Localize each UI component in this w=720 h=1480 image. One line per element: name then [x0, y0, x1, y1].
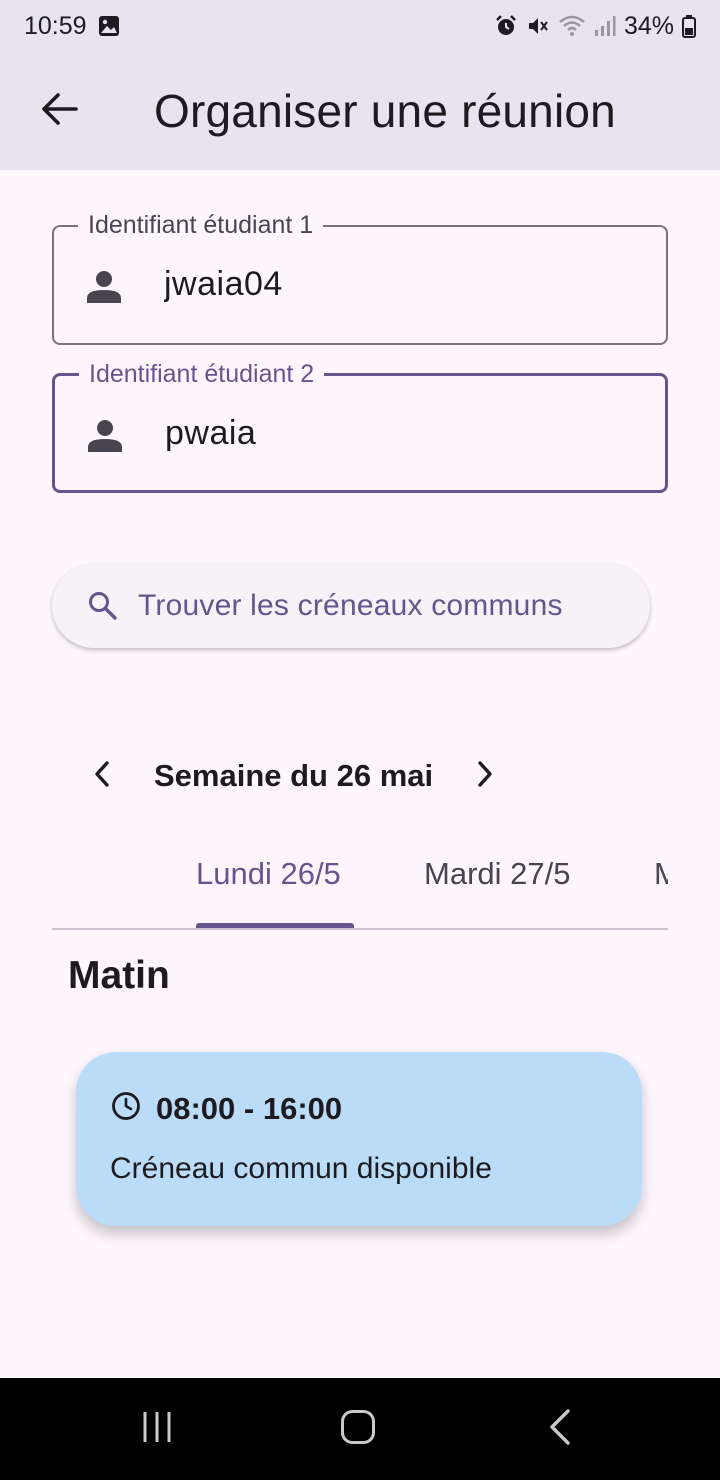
back-nav-icon: [547, 1408, 573, 1451]
clock-icon: [110, 1090, 142, 1127]
person-icon: [84, 267, 124, 307]
day-tabs: Lundi 26/5 Mardi 27/5 M: [52, 840, 668, 930]
battery-percent: 34%: [623, 11, 674, 40]
home-button[interactable]: [298, 1378, 418, 1480]
gallery-notification-icon: [97, 14, 121, 38]
week-label: Semaine du 26 mai: [154, 758, 434, 793]
section-title-morning: Matin: [68, 954, 170, 997]
find-common-slots-label: Trouver les créneaux communs: [138, 589, 563, 622]
chevron-left-icon: [90, 759, 114, 794]
app-bar: Organiser une réunion: [0, 52, 720, 170]
page-title: Organiser une réunion: [154, 85, 616, 137]
home-icon: [340, 1409, 376, 1450]
student1-id-input[interactable]: [164, 265, 644, 304]
student2-id-input[interactable]: [165, 414, 645, 453]
slot-time-row: 08:00 - 16:00: [110, 1090, 342, 1127]
tab-monday[interactable]: Lundi 26/5: [196, 856, 341, 892]
status-time: 10:59: [24, 11, 87, 40]
tab-wednesday[interactable]: M: [654, 856, 668, 892]
back-nav-button[interactable]: [500, 1378, 620, 1480]
recent-apps-icon: [140, 1410, 174, 1449]
slot-time: 08:00 - 16:00: [156, 1090, 343, 1126]
student1-id-label: Identifiant étudiant 1: [78, 214, 324, 236]
status-bar: 10:59 34%: [0, 0, 720, 52]
back-button[interactable]: [0, 52, 120, 170]
person-icon: [85, 416, 125, 456]
tab-indicator: [196, 923, 354, 928]
signal-icon: [594, 14, 616, 38]
mute-icon: [526, 14, 550, 38]
wifi-icon: [558, 14, 586, 38]
next-week-button[interactable]: [463, 740, 507, 812]
week-navigator: Semaine du 26 mai: [80, 740, 507, 812]
search-icon: [86, 589, 120, 623]
recent-apps-button[interactable]: [97, 1378, 217, 1480]
tab-tuesday[interactable]: Mardi 27/5: [424, 856, 570, 892]
student2-id-field[interactable]: Identifiant étudiant 2: [52, 357, 668, 493]
student2-id-label: Identifiant étudiant 2: [79, 357, 325, 391]
battery-icon: [682, 14, 696, 38]
slot-description: Créneau commun disponible: [110, 1152, 492, 1185]
previous-week-button[interactable]: [80, 740, 124, 812]
student1-id-field[interactable]: Identifiant étudiant 1: [52, 214, 668, 345]
common-slot-card[interactable]: 08:00 - 16:00 Créneau commun disponible: [76, 1052, 642, 1226]
arrow-back-icon: [40, 89, 80, 134]
find-common-slots-button[interactable]: Trouver les créneaux communs: [52, 564, 650, 648]
chevron-right-icon: [473, 759, 497, 794]
alarm-icon: [494, 14, 518, 38]
system-nav-bar: [0, 1378, 720, 1480]
